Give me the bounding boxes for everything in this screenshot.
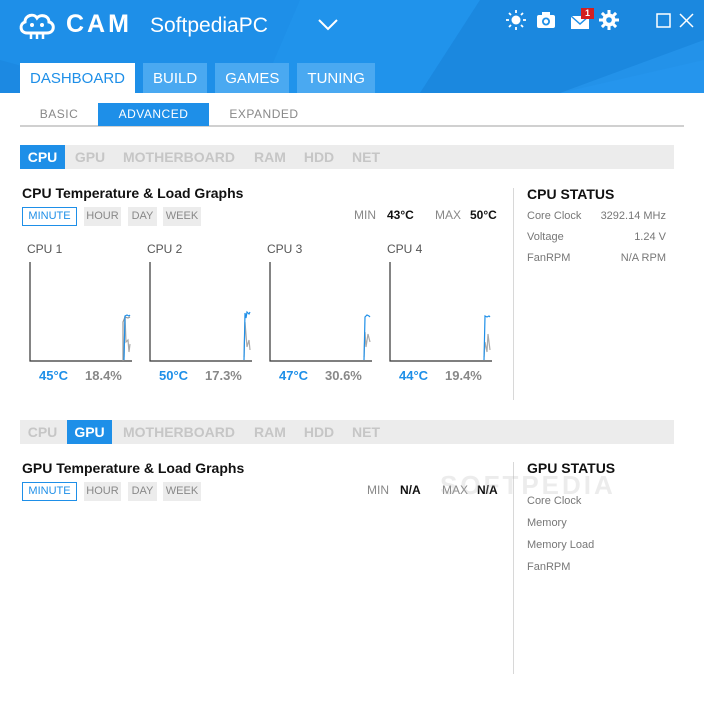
cpu-min-value: 43°C [387,208,414,222]
cpu1-graph [29,262,132,362]
gpu-status-key-memory: Memory [527,517,567,529]
gpu-component-bar: CPU GPU MOTHERBOARD RAM HDD NET [20,420,674,444]
range-day[interactable]: DAY [128,482,157,501]
cpu3-temp: 47°C [279,368,309,383]
graph-label-cpu3: CPU 3 [267,242,303,256]
tab-tuning[interactable]: TUNING [297,63,375,93]
range-hour[interactable]: HOUR [84,482,121,501]
range-minute[interactable]: MINUTE [22,482,77,501]
cpu2-load: 17.3% [205,368,242,383]
cpu1-load: 18.4% [85,368,122,383]
gpu-status-key-memory-load: Memory Load [527,539,595,551]
comp-tab-cpu[interactable]: CPU [20,420,65,444]
cpu1-temp: 45°C [39,368,69,383]
notification-badge: 1 [581,8,594,19]
cpu-max-label: MAX [435,208,462,222]
comp-tab-motherboard[interactable]: MOTHERBOARD [118,145,240,169]
app-header: CAM SoftpediaPC 1 DASHBOARD BUILD GAMES … [0,0,704,93]
sun-icon[interactable] [506,10,526,30]
cpu-graphs-title: CPU Temperature & Load Graphs [22,185,244,201]
cpu-status-value-voltage: 1.24 V [634,231,666,243]
main-tabs: DASHBOARD BUILD GAMES TUNING [20,63,383,93]
cpu3-load: 30.6% [325,368,362,383]
softpedia-watermark: SOFTPEDIA [440,470,616,500]
gpu-status-key-fanrpm: FanRPM [527,561,571,573]
range-week[interactable]: WEEK [163,482,201,501]
cpu-min-label: MIN [354,208,376,222]
graph-label-cpu4: CPU 4 [387,242,423,256]
cpu-component-bar: CPU GPU MOTHERBOARD RAM HDD NET [20,145,674,169]
comp-tab-hdd[interactable]: HDD [299,420,339,444]
cpu3-graph [269,262,372,362]
cpu4-graph [389,262,492,362]
comp-tab-net[interactable]: NET [346,145,386,169]
graph-label-cpu1: CPU 1 [27,242,63,256]
gpu-min-label: MIN [367,483,389,497]
cpu-max-value: 50°C [470,208,497,222]
cpu2-graph [149,262,252,362]
comp-tab-gpu[interactable]: GPU [68,145,112,169]
gear-icon[interactable] [599,10,619,30]
comp-tab-net[interactable]: NET [346,420,386,444]
gpu-min-value: N/A [400,483,421,497]
logo-text: CAM [66,10,132,38]
cpu4-load: 19.4% [445,368,482,383]
range-hour[interactable]: HOUR [84,207,121,226]
graph-label-cpu2: CPU 2 [147,242,183,256]
subtab-expanded[interactable]: EXPANDED [209,103,319,126]
tab-dashboard[interactable]: DASHBOARD [20,63,136,93]
comp-tab-gpu[interactable]: GPU [67,420,112,444]
cpu-status-value-core-clock: 3292.14 MHz [600,210,666,222]
cpu4-temp: 44°C [399,368,429,383]
subtab-basic[interactable]: BASIC [20,103,98,126]
subtab-advanced[interactable]: ADVANCED [98,103,209,126]
comp-tab-ram[interactable]: RAM [248,145,292,169]
range-day[interactable]: DAY [128,207,157,226]
comp-tab-motherboard[interactable]: MOTHERBOARD [118,420,240,444]
comp-tab-ram[interactable]: RAM [248,420,292,444]
comp-tab-cpu[interactable]: CPU [20,145,65,169]
gpu-graphs-title: GPU Temperature & Load Graphs [22,460,245,476]
cpu2-temp: 50°C [159,368,189,383]
chevron-down-icon[interactable] [318,18,338,32]
cpu-status-value-fanrpm: N/A RPM [620,252,666,264]
range-minute[interactable]: MINUTE [22,207,77,226]
cpu-status-title: CPU STATUS [527,186,615,202]
view-mode-tabs: BASIC ADVANCED EXPANDED [20,103,684,127]
close-icon[interactable] [679,13,694,28]
cpu-status-key-fanrpm: FanRPM [527,252,571,264]
cpu-divider [513,188,514,400]
cpu-status-key-voltage: Voltage [527,231,564,243]
comp-tab-hdd[interactable]: HDD [299,145,339,169]
profile-name[interactable]: SoftpediaPC [150,14,268,38]
tab-games[interactable]: GAMES [215,63,290,93]
camera-icon[interactable] [536,10,556,30]
range-week[interactable]: WEEK [163,207,201,226]
maximize-icon[interactable] [656,13,671,28]
tab-build[interactable]: BUILD [143,63,208,93]
cam-logo-icon [19,13,55,39]
